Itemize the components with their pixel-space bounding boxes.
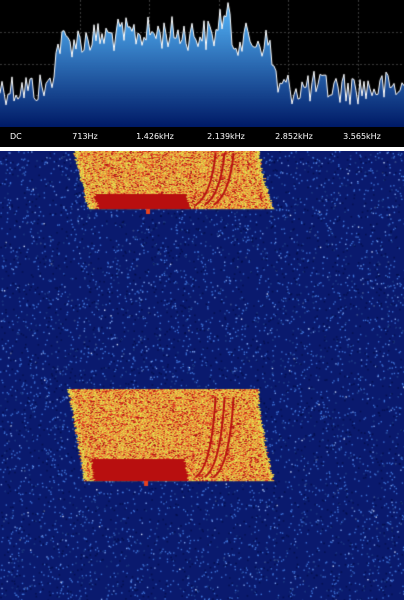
freq-label-3565khz: 3.565kHz <box>343 132 381 141</box>
freq-label-dc: DC <box>10 132 22 141</box>
freq-label-2139khz: 2.139kHz <box>207 132 245 141</box>
freq-label-713hz: 713Hz <box>72 132 98 141</box>
freq-label-2852khz: 2.852kHz <box>275 132 313 141</box>
spectrum-plot[interactable] <box>0 0 404 127</box>
frequency-scale: DC 713Hz 1.426kHz 2.139kHz 2.852kHz 3.56… <box>0 127 404 147</box>
freq-label-1426khz: 1.426kHz <box>136 132 174 141</box>
waterfall-display[interactable] <box>0 151 404 600</box>
